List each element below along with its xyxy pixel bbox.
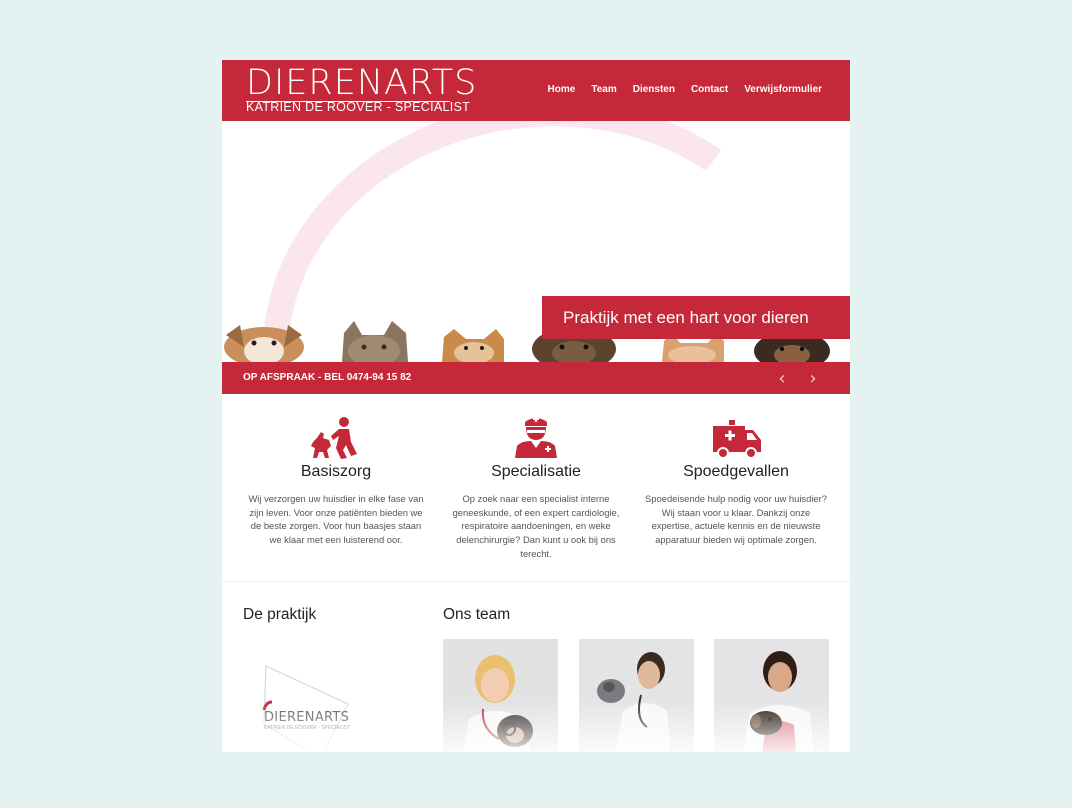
vet-with-dog-icon <box>311 417 357 459</box>
website-frame: DIERENARTS KATRIEN DE ROOVER - SPECIALIS… <box>222 60 850 752</box>
feature-title: Spoedgevallen <box>683 463 789 480</box>
nav-contact[interactable]: Contact <box>691 84 728 95</box>
feature-text: Op zoek naar een specialist interne gene… <box>452 493 620 559</box>
heart-logo-icon <box>262 665 349 752</box>
team-title: Ons team <box>443 606 511 623</box>
call-bar: OP AFSPRAAK - BEL 0474-94 15 82 ‹ › <box>222 362 850 394</box>
team-member-photo <box>443 639 558 752</box>
main-nav: Home Team Diensten Contact Verwijsformul… <box>548 84 822 95</box>
logo-badge-title: DIERENARTS <box>264 710 350 725</box>
feature-text: Wij verzorgen uw huisdier in elke fase v… <box>248 493 424 546</box>
nav-diensten[interactable]: Diensten <box>633 84 675 95</box>
team-member-photo <box>579 639 694 752</box>
feature-text: Spoedeisende hulp nodig voor uw huisdier… <box>645 493 827 546</box>
nav-verwijsformulier[interactable]: Verwijsformulier <box>744 84 822 95</box>
feature-title: Basiszorg <box>300 463 372 480</box>
brand-title: DIERENARTS <box>246 63 478 103</box>
chevron-right-icon[interactable]: › <box>803 368 823 389</box>
team-photo-2[interactable] <box>579 639 694 752</box>
team-photo-3[interactable] <box>714 639 829 752</box>
site-header: DIERENARTS KATRIEN DE ROOVER - SPECIALIS… <box>222 60 850 121</box>
hero-slider: Praktijk met een hart voor dieren <box>222 121 850 362</box>
chevron-left-icon[interactable]: ‹ <box>772 368 792 389</box>
brand-subtitle: KATRIEN DE ROOVER - SPECIALIST <box>246 100 471 114</box>
practice-title: De praktijk <box>243 606 317 623</box>
brand-logo[interactable]: DIERENARTS KATRIEN DE ROOVER - SPECIALIS… <box>246 65 477 114</box>
nurse-icon <box>515 416 557 458</box>
team-member-photo <box>714 639 829 752</box>
hero-banner: Praktijk met een hart voor dieren <box>542 296 850 339</box>
logo-badge-subtitle: KATRIEN DE ROOVER - SPECIALIST <box>264 725 351 731</box>
brand-divider <box>246 101 450 102</box>
practice-logo-badge[interactable]: DIERENARTS KATRIEN DE ROOVER - SPECIALIS… <box>260 664 352 752</box>
nav-home[interactable]: Home <box>548 84 576 95</box>
ambulance-icon <box>713 420 761 459</box>
nav-team[interactable]: Team <box>591 84 616 95</box>
phone-text[interactable]: OP AFSPRAAK - BEL 0474-94 15 82 <box>243 372 411 383</box>
features-section: Basiszorg Wij verzorgen uw huisdier in e… <box>222 394 850 582</box>
team-photo-1[interactable] <box>443 639 558 752</box>
feature-title: Specialisatie <box>491 463 581 480</box>
